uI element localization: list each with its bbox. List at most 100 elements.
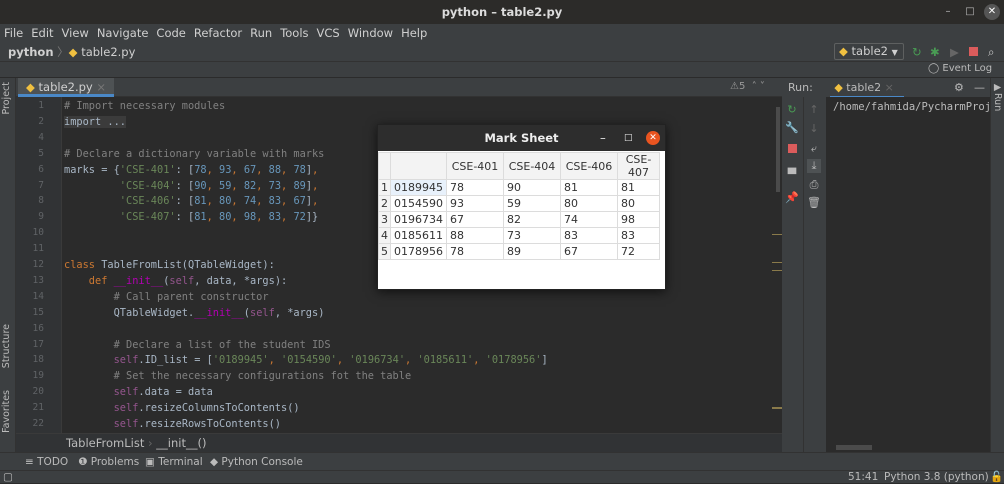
stop-icon[interactable] [969,47,978,56]
mark-cell[interactable]: 78 [446,243,504,260]
run-config-dropdown[interactable]: ◆ table2 ▼ [834,43,904,60]
pin-icon[interactable]: 📌 [785,191,799,205]
column-header[interactable]: CSE-401 [446,152,504,180]
search-icon[interactable]: ⌕ [988,42,994,62]
maximize-button[interactable]: □ [962,4,978,20]
column-header[interactable]: CSE-404 [503,152,561,180]
down-arrow-icon[interactable]: ↓ [807,122,821,136]
menu-edit[interactable]: Edit [31,24,53,42]
mark-cell[interactable]: 80 [617,195,660,212]
hide-panel-icon[interactable]: — [974,78,985,97]
line-number: 18 [32,354,44,366]
row-header[interactable]: 2 [378,195,391,212]
corner-header[interactable] [378,152,391,180]
mark-cell[interactable]: 93 [446,195,504,212]
mark-cell[interactable]: 81 [560,179,618,196]
code-token: 67 [243,163,257,176]
dialog-close-button[interactable]: ✕ [646,131,660,145]
layout-icon[interactable]: ▀ [785,168,799,182]
mark-cell[interactable]: 67 [446,211,504,228]
structure-tool-tab[interactable]: Structure [1,324,12,368]
id-column-header [390,152,447,180]
stop-icon[interactable] [788,144,797,153]
mark-cell[interactable]: 89 [503,243,561,260]
navigation-bar: python 〉◆ table2.py ◆ table2 ▼ ↻ ✱ ▶ ⌕ [0,42,1004,62]
student-id-cell[interactable]: 0189945 [390,179,447,196]
mark-cell[interactable]: 59 [503,195,561,212]
run-console[interactable]: /home/fahmida/PycharmProjec [826,97,990,452]
student-id-cell[interactable]: 0185611 [390,227,447,244]
trash-icon[interactable]: 🗑 [807,196,821,210]
run-tool-tab[interactable]: ▶Run [992,82,1003,111]
code-token: , [281,163,294,176]
rerun-icon[interactable]: ↻ [785,103,799,117]
column-header[interactable]: CSE-407 [617,152,660,180]
mark-cell[interactable]: 78 [446,179,504,196]
nav-project[interactable]: python [8,45,54,59]
tab-table2-py[interactable]: ◆ table2.py × [18,78,115,97]
menu-view[interactable]: View [62,24,89,42]
print-icon[interactable]: ⎙ [807,178,821,192]
up-arrow-icon[interactable]: ↑ [807,103,821,117]
student-id-cell[interactable]: 0196734 [390,211,447,228]
scroll-to-end-icon[interactable]: ⤓ [807,159,821,173]
column-header[interactable]: CSE-406 [560,152,618,180]
mark-cell[interactable]: 73 [503,227,561,244]
project-tool-tab[interactable]: Project [1,82,12,115]
mark-cell[interactable]: 83 [617,227,660,244]
breadcrumb-class[interactable]: TableFromList [66,436,144,450]
mark-cell[interactable]: 82 [503,211,561,228]
menu-code[interactable]: Code [156,24,185,42]
code-token: ] [541,354,548,367]
dialog-maximize-button[interactable]: □ [624,125,633,151]
dialog-minimize-button[interactable]: – [600,125,606,151]
menu-vcs[interactable]: VCS [317,24,340,42]
row-header[interactable]: 3 [378,211,391,228]
menu-refactor[interactable]: Refactor [194,24,242,42]
lock-icon[interactable]: 🔓 [990,471,1003,484]
code-token: 80 [219,195,232,208]
mark-cell[interactable]: 72 [617,243,660,260]
mark-cell[interactable]: 74 [560,211,618,228]
settings-gear-icon[interactable]: ⚙ [954,78,964,97]
menu-navigate[interactable]: Navigate [97,24,149,42]
row-header[interactable]: 4 [378,227,391,244]
caret-position[interactable]: 51:41 [848,471,878,484]
code-token: , [206,163,220,176]
nav-file[interactable]: table2.py [81,45,135,59]
student-id-cell[interactable]: 0178956 [390,243,447,260]
coverage-icon[interactable]: ▶ [950,42,959,62]
menu-tools[interactable]: Tools [280,24,308,42]
menu-run[interactable]: Run [250,24,272,42]
rerun-icon[interactable]: ↻ [912,42,922,62]
mark-cell[interactable]: 90 [503,179,561,196]
editor-scrollbar[interactable] [772,97,782,433]
mark-cell[interactable]: 81 [617,179,660,196]
student-id-cell[interactable]: 0154590 [390,195,447,212]
mark-cell[interactable]: 88 [446,227,504,244]
wrench-icon[interactable]: 🔧 [785,121,799,135]
tool-windows-icon[interactable]: ▢ [3,471,13,484]
warnings-indicator[interactable]: ⚠5 ˄ ˅ [730,81,765,92]
event-log-button[interactable]: ◯ Event Log [928,63,992,74]
menu-help[interactable]: Help [401,24,427,42]
close-button[interactable]: ✕ [984,4,1000,20]
breadcrumb-method[interactable]: __init__() [156,436,206,450]
mark-cell[interactable]: 80 [560,195,618,212]
mark-cell[interactable]: 83 [560,227,618,244]
mark-cell[interactable]: 67 [560,243,618,260]
row-header[interactable]: 5 [378,243,391,260]
console-hscrollbar[interactable] [836,445,872,450]
soft-wrap-icon[interactable]: ⤶ [807,142,821,156]
menu-window[interactable]: Window [348,24,393,42]
menu-file[interactable]: File [4,24,23,42]
debug-icon[interactable]: ✱ [930,42,940,62]
row-header[interactable]: 1 [378,179,391,196]
interpreter-selector[interactable]: Python 3.8 (python) [884,471,989,484]
code-token: , [281,211,294,224]
favorites-tool-tab[interactable]: Favorites [1,390,12,433]
warning-count: 5 [738,81,746,92]
close-tab-icon[interactable]: × [96,80,106,94]
minimize-button[interactable]: – [940,4,956,20]
mark-cell[interactable]: 98 [617,211,660,228]
